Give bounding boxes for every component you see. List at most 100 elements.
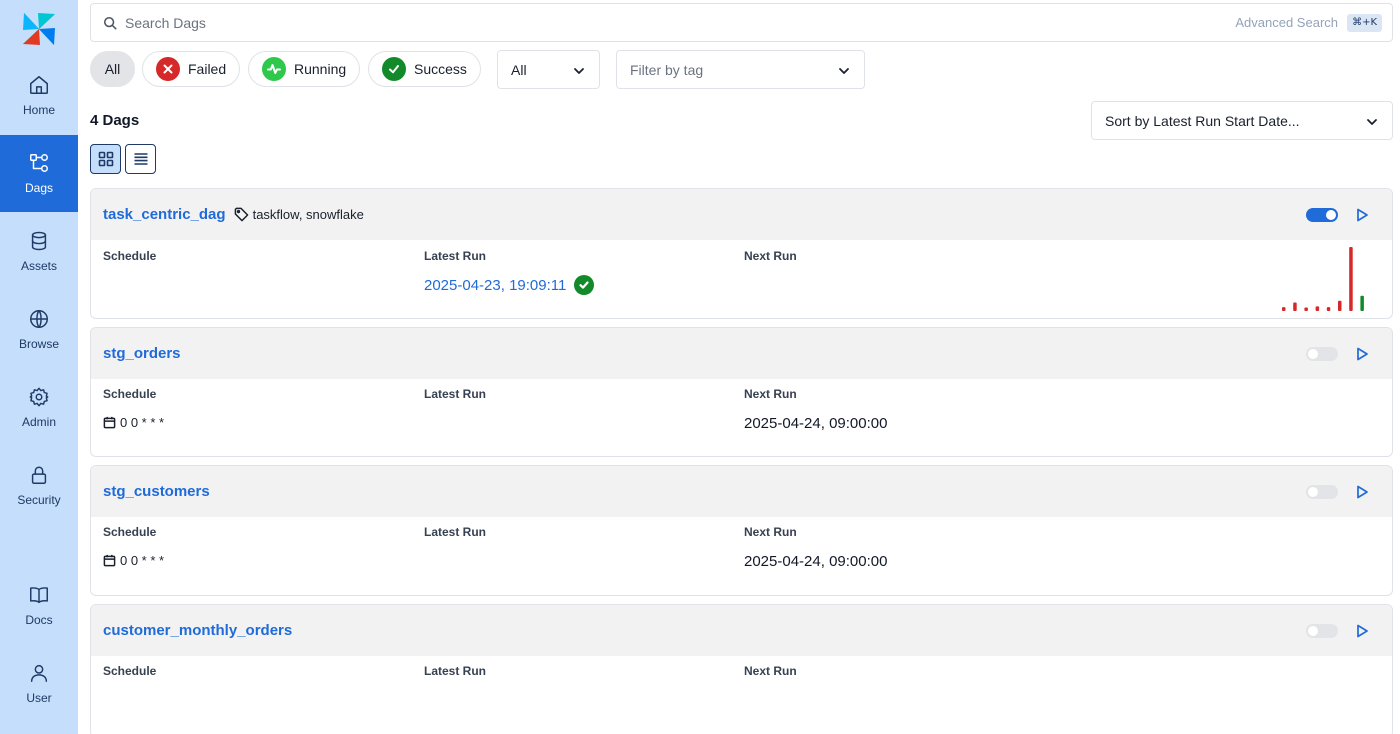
toggle-knob: [1326, 210, 1336, 220]
failed-status-icon: [156, 57, 180, 81]
dag-name-link[interactable]: stg_customers: [103, 483, 210, 500]
filter-failed-label: Failed: [188, 61, 227, 77]
run-bar-failed[interactable]: [1338, 300, 1342, 311]
dag-pause-toggle[interactable]: [1306, 485, 1338, 499]
sidebar-item-admin[interactable]: Admin: [0, 370, 78, 444]
recent-runs-chart: [1282, 247, 1364, 311]
chevron-down-icon: [838, 64, 850, 76]
run-bar-failed[interactable]: [1349, 247, 1353, 311]
filter-success-button[interactable]: Success: [368, 51, 481, 87]
schedule-label: Schedule: [103, 664, 157, 678]
next-run-label: Next Run: [744, 525, 797, 539]
globe-icon: [30, 309, 48, 328]
sidebar-item-label: Home: [22, 102, 55, 117]
toggle-knob: [1308, 487, 1318, 497]
sidebar-item-security[interactable]: Security: [0, 448, 78, 522]
card-view-button[interactable]: [90, 144, 121, 174]
gear-icon: [29, 387, 49, 406]
dag-card: customer_monthly_orders Schedule Latest …: [90, 604, 1393, 734]
run-bar-failed[interactable]: [1293, 302, 1297, 311]
run-bar-failed[interactable]: [1315, 306, 1320, 311]
sidebar-item-label: Assets: [20, 258, 57, 273]
trigger-dag-button[interactable]: [1354, 484, 1370, 500]
sidebar-item-user[interactable]: User: [0, 646, 78, 720]
play-icon: [1357, 347, 1368, 361]
schedule-cron: 0 0 * * *: [120, 553, 165, 568]
dag-pause-toggle[interactable]: [1306, 624, 1338, 638]
sidebar-item-assets[interactable]: Assets: [0, 214, 78, 288]
sidebar-item-label: User: [26, 690, 52, 705]
search-icon: [103, 16, 117, 29]
toggle-knob: [1308, 349, 1318, 359]
dag-card-header: customer_monthly_orders: [91, 605, 1392, 656]
trigger-dag-button[interactable]: [1354, 623, 1370, 639]
user-icon: [30, 664, 48, 682]
dag-card-header: stg_customers: [91, 466, 1392, 517]
trigger-dag-button[interactable]: [1354, 207, 1370, 223]
chevron-down-icon: [573, 64, 585, 76]
calendar-icon: [103, 416, 116, 429]
advanced-search-link[interactable]: Advanced Search: [1235, 15, 1338, 30]
next-run-value: 2025-04-24, 09:00:00: [744, 553, 888, 570]
sidebar: Home Dags Assets Browse Admin Security D…: [0, 0, 78, 734]
search-bar: Advanced Search ⌘+K: [90, 3, 1393, 42]
tag-filter-select[interactable]: Filter by tag: [616, 50, 865, 89]
run-bar-failed[interactable]: [1304, 307, 1308, 311]
dag-name-link[interactable]: stg_orders: [103, 345, 181, 362]
sidebar-item-docs[interactable]: Docs: [0, 568, 78, 642]
chevron-down-icon: [1366, 115, 1378, 127]
dag-name-link[interactable]: customer_monthly_orders: [103, 622, 292, 639]
play-icon: [1357, 485, 1368, 499]
sidebar-item-label: Docs: [25, 612, 53, 627]
dag-pause-toggle[interactable]: [1306, 347, 1338, 361]
calendar-icon: [103, 554, 116, 567]
latest-run-label: Latest Run: [424, 249, 487, 263]
table-view-button[interactable]: [125, 144, 156, 174]
filter-running-button[interactable]: Running: [248, 51, 360, 87]
filter-success-label: Success: [414, 61, 467, 77]
dag-card-header: task_centric_dag taskflow, snowflake: [91, 189, 1392, 240]
airflow-logo-icon[interactable]: [20, 10, 58, 48]
sort-select-value: Sort by Latest Run Start Date...: [1105, 112, 1300, 129]
success-check-icon: [382, 57, 406, 81]
running-pulse-icon: [262, 57, 286, 81]
dag-card: stg_customers Schedule Latest Run Next R…: [90, 465, 1393, 596]
latest-run-date: 2025-04-23, 19:09:11: [424, 276, 567, 294]
schedule-value: 0 0 * * *: [103, 553, 164, 568]
dag-tags: taskflow, snowflake: [234, 207, 364, 222]
paused-filter-select[interactable]: All: [497, 50, 600, 89]
play-icon: [1357, 624, 1368, 638]
trigger-dag-button[interactable]: [1354, 346, 1370, 362]
sidebar-item-label: Dags: [24, 181, 53, 195]
dags-icon: [30, 154, 48, 172]
dag-name-link[interactable]: task_centric_dag: [103, 206, 226, 223]
dag-pause-toggle[interactable]: [1306, 208, 1338, 222]
filter-failed-button[interactable]: Failed: [142, 51, 240, 87]
home-icon: [30, 75, 48, 94]
run-bar-failed[interactable]: [1326, 307, 1331, 311]
toggle-knob: [1308, 626, 1318, 636]
sidebar-item-label: Admin: [21, 414, 56, 429]
sidebar-item-browse[interactable]: Browse: [0, 292, 78, 366]
database-icon: [31, 231, 47, 250]
schedule-value: 0 0 * * *: [103, 415, 164, 430]
dag-card-header: stg_orders: [91, 328, 1392, 379]
play-icon: [1357, 208, 1368, 222]
run-bar-failed[interactable]: [1282, 307, 1286, 311]
tag-icon: [234, 207, 248, 222]
next-run-label: Next Run: [744, 664, 797, 678]
latest-run-label: Latest Run: [424, 664, 487, 678]
sidebar-item-dags[interactable]: Dags: [0, 135, 78, 212]
schedule-label: Schedule: [103, 249, 157, 263]
lock-icon: [31, 465, 47, 484]
success-check-icon: [574, 275, 595, 295]
sort-select[interactable]: Sort by Latest Run Start Date...: [1091, 101, 1393, 140]
schedule-label: Schedule: [103, 525, 157, 539]
tag-filter-placeholder: Filter by tag: [630, 61, 704, 78]
next-run-value: 2025-04-24, 09:00:00: [744, 415, 888, 432]
sidebar-item-home[interactable]: Home: [0, 58, 78, 132]
filter-all-button[interactable]: All: [90, 51, 135, 87]
search-input[interactable]: [125, 14, 1025, 31]
run-bar-success[interactable]: [1360, 295, 1364, 311]
latest-run-link[interactable]: 2025-04-23, 19:09:11: [424, 275, 595, 295]
